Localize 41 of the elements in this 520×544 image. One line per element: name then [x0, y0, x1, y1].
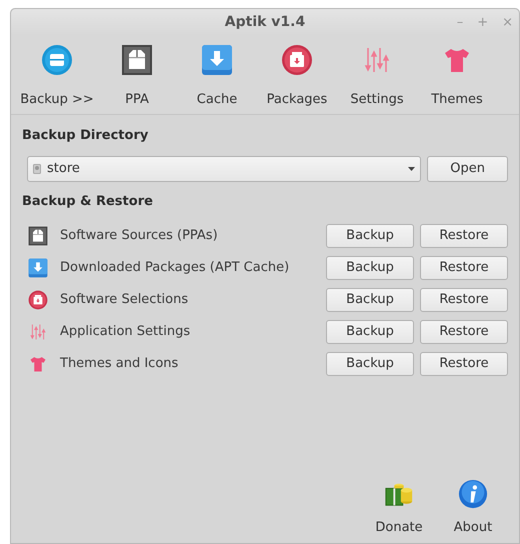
section-heading: Backup Directory [22, 127, 150, 145]
backup-button[interactable]: Backup [326, 288, 414, 312]
directory-dropdown[interactable]: store [27, 156, 422, 182]
restore-button[interactable]: Restore [420, 256, 508, 280]
window-title: Aptik v1.4 [224, 12, 306, 32]
box-icon [28, 226, 48, 246]
backup-button[interactable]: Backup [326, 352, 414, 376]
download-icon [201, 44, 233, 76]
restore-button[interactable]: Restore [420, 224, 508, 248]
box-icon [41, 44, 73, 76]
toolbar-button[interactable]: Backup >> [17, 43, 97, 109]
restore-button[interactable]: Restore [420, 352, 508, 376]
item-label: Themes and Icons [60, 355, 180, 374]
donate-button[interactable]: Donate [366, 479, 432, 537]
package-icon [281, 44, 313, 76]
backup-button[interactable]: Backup [326, 224, 414, 248]
toolbar-button[interactable]: Settings [337, 43, 417, 109]
shirt-icon [28, 354, 48, 374]
backup-button[interactable]: Backup [326, 320, 414, 344]
backup-button[interactable]: Backup [326, 256, 414, 280]
restore-button[interactable]: Restore [420, 320, 508, 344]
box-icon [121, 44, 153, 76]
caret-icon [408, 167, 416, 171]
toolbar-button[interactable]: Packages [257, 43, 337, 109]
drive-icon [33, 164, 41, 174]
item-label: Downloaded Packages (APT Cache) [60, 259, 290, 278]
open-button[interactable]: Open [427, 156, 508, 182]
section-heading: Backup & Restore [22, 193, 154, 211]
about-button[interactable]: About [440, 479, 506, 537]
item-label: Application Settings [60, 323, 192, 342]
toolbar-button[interactable]: PPA [97, 43, 177, 109]
package-icon [28, 290, 48, 310]
info-icon [458, 479, 488, 509]
sliders-icon [28, 322, 48, 342]
directory-value: store [47, 160, 81, 178]
item-label: Software Sources (PPAs) [60, 227, 219, 246]
toolbar-button[interactable]: Themes [417, 43, 497, 109]
item-label: Software Selections [60, 291, 190, 310]
toolbar-button[interactable]: Cache [177, 43, 257, 109]
restore-button[interactable]: Restore [420, 288, 508, 312]
download-icon [28, 258, 48, 278]
